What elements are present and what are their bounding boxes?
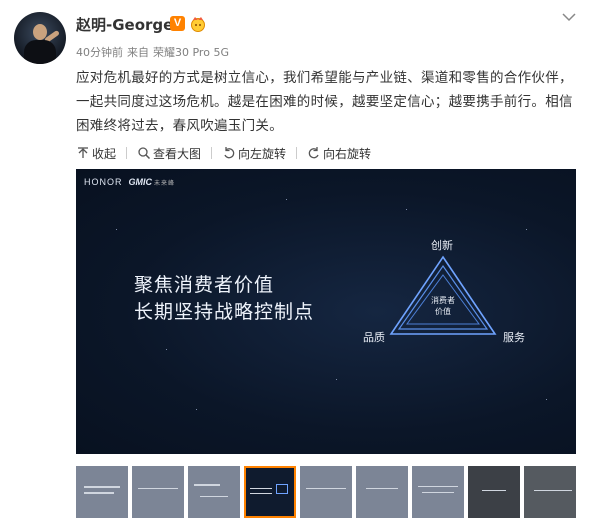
arrow-up-icon — [78, 147, 88, 158]
slide-headline-1: 聚焦消费者价值 — [134, 274, 275, 296]
post-text: 应对危机最好的方式是树立信心，我们希望能与产业链、渠道和零售的合作伙伴，一起共同… — [76, 70, 573, 134]
verified-badge-icon: V — [170, 16, 185, 31]
gmic-logo: GMIC — [128, 177, 153, 187]
thumbnail-selected[interactable] — [244, 466, 296, 518]
source-device[interactable]: 荣耀30 Pro 5G — [153, 46, 229, 59]
main-image[interactable]: HONOR GMIC 未来峰 聚焦消费者价值 长期坚持战略控制点 创新 品质 服务 … — [76, 169, 576, 454]
thumbnail[interactable] — [300, 466, 352, 518]
triangle-label-right: 服务 — [503, 331, 525, 344]
view-large-label: 查看大图 — [153, 146, 202, 161]
magnifier-icon — [138, 147, 151, 160]
thumbnail[interactable] — [132, 466, 184, 518]
slide-brand: HONOR GMIC 未来峰 — [84, 177, 175, 187]
view-large-button[interactable]: 查看大图 — [137, 145, 201, 162]
thumbnail[interactable] — [468, 466, 520, 518]
triangle-center-line1: 消费者 — [431, 296, 455, 305]
triangle-label-left: 品质 — [363, 331, 385, 344]
thumbnail[interactable] — [76, 466, 128, 518]
rotate-left-label: 向左旋转 — [238, 146, 287, 161]
rotate-right-icon — [308, 147, 319, 159]
post-time[interactable]: 40分钟前 — [76, 46, 123, 59]
post-meta: 40分钟前 来自 荣耀30 Pro 5G — [76, 44, 233, 60]
triangle-label-top: 创新 — [431, 239, 453, 252]
toolbar-divider — [296, 147, 298, 159]
rotate-right-button[interactable]: 向右旋转 — [307, 145, 371, 162]
thumbnail[interactable] — [356, 466, 408, 518]
rotate-right-label: 向右旋转 — [323, 146, 372, 161]
gmic-sub-logo: 未来峰 — [154, 181, 176, 187]
source-prefix: 来自 — [127, 46, 149, 59]
chevron-down-icon[interactable] — [562, 12, 576, 22]
toolbar-divider — [211, 147, 213, 159]
thumbnail-strip — [76, 466, 594, 518]
rotate-left-icon — [224, 147, 235, 159]
image-toolbar: 收起 查看大图 向左旋转 向右旋转 — [76, 144, 385, 162]
avatar-body — [24, 40, 56, 64]
collapse-label: 收起 — [92, 146, 117, 161]
avatar[interactable] — [14, 12, 66, 64]
collapse-button[interactable]: 收起 — [76, 145, 116, 162]
honor-logo: HONOR — [84, 177, 123, 187]
vip-crown-icon — [191, 17, 205, 32]
rotate-left-button[interactable]: 向左旋转 — [222, 145, 286, 162]
thumbnail[interactable] — [412, 466, 464, 518]
thumbnail[interactable] — [188, 466, 240, 518]
slide-headline-2: 长期坚持战略控制点 — [134, 301, 315, 323]
thumbnail[interactable] — [524, 466, 576, 518]
toolbar-divider — [126, 147, 128, 159]
username[interactable]: 赵明-George — [76, 14, 173, 35]
triangle-center-line2: 价值 — [435, 307, 451, 316]
